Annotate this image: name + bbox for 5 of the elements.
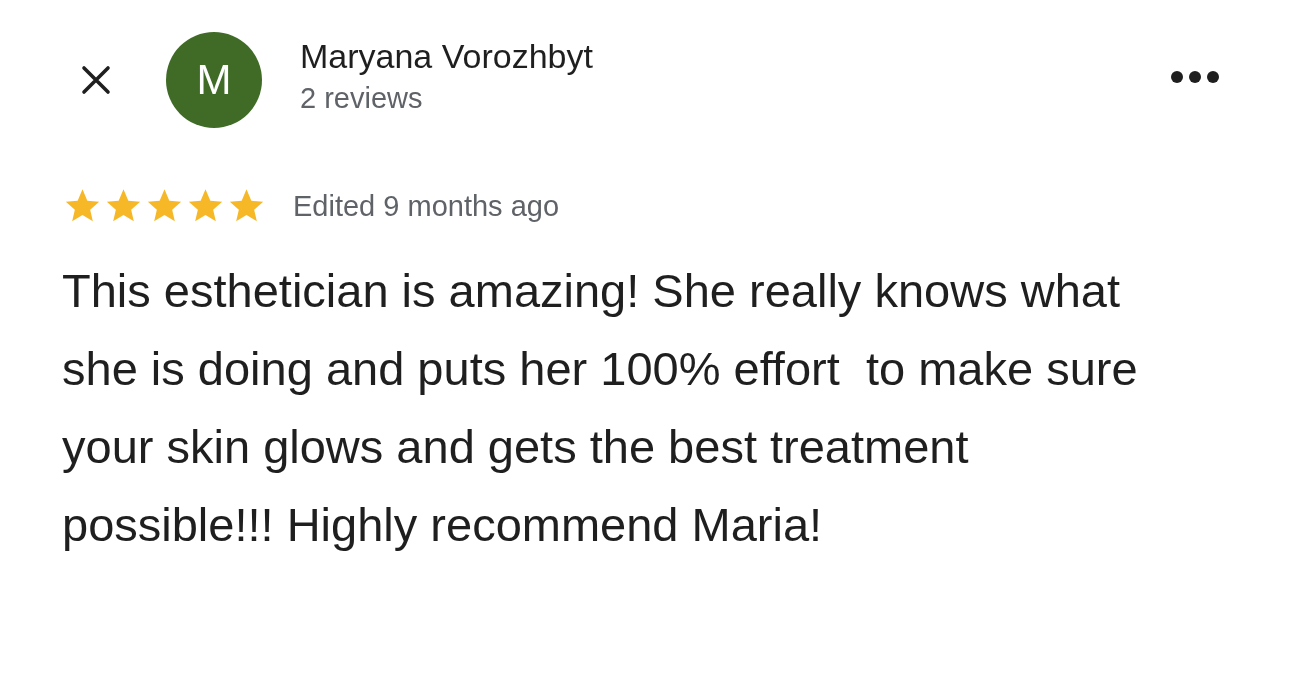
review-date: Edited 9 months ago	[293, 189, 559, 223]
reviewer-name[interactable]: Maryana Vorozhbyt	[300, 34, 1168, 78]
avatar: M	[166, 32, 262, 128]
review-text: This esthetician is amazing! She really knows what she is doing and puts her 100% effort to make sure your skin glows and gets the best treatment possible!!! Highly recommend Maria!	[62, 263, 1139, 553]
review-count: 2 reviews	[300, 81, 424, 116]
